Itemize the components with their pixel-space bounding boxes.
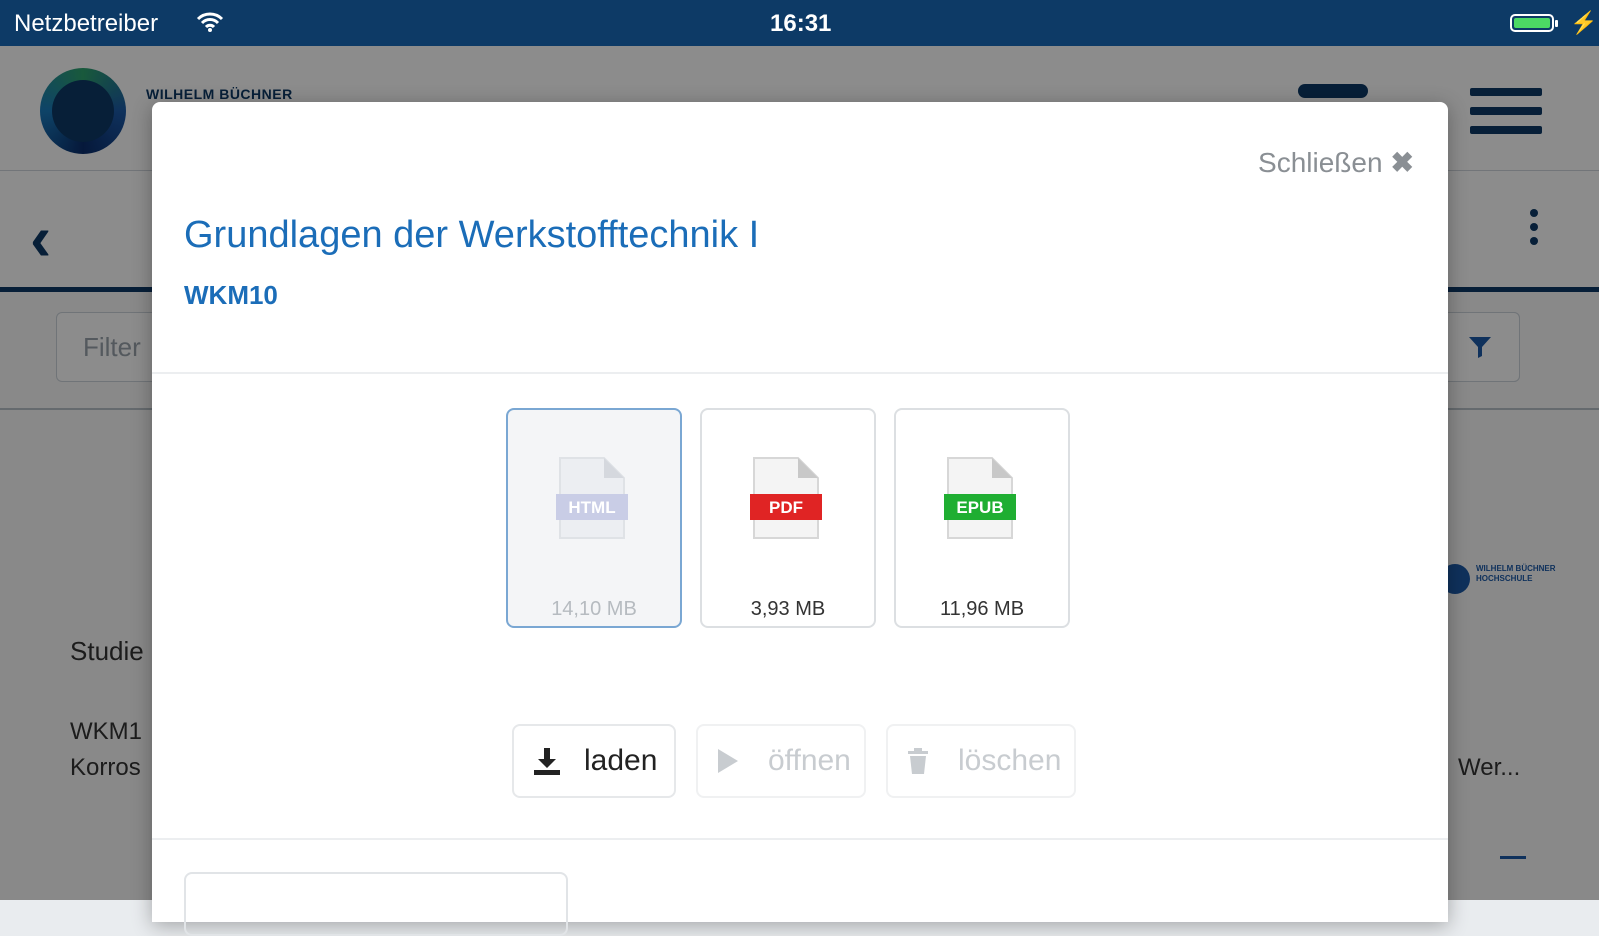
- format-size: 3,93 MB: [750, 598, 826, 620]
- format-label: HTML: [568, 498, 615, 517]
- carrier-label: Netzbetreiber: [14, 10, 159, 37]
- pdf-file-icon: PDF: [750, 457, 822, 539]
- bottom-field[interactable]: [184, 872, 568, 936]
- format-pdf[interactable]: PDF 3,93 MB: [700, 408, 876, 628]
- download-icon: [532, 726, 562, 802]
- open-button[interactable]: öffnen: [696, 724, 866, 798]
- status-bar: Netzbetreiber 16:31 ⚡: [0, 0, 1599, 46]
- download-button[interactable]: laden: [512, 724, 676, 798]
- format-html[interactable]: HTML 14,10 MB: [506, 408, 682, 628]
- divider: [152, 372, 1448, 374]
- wifi-icon: [196, 11, 224, 40]
- close-label: Schließen: [1258, 147, 1383, 178]
- modal-title: Grundlagen der Werkstofftechnik I: [184, 214, 760, 256]
- delete-label: löschen: [958, 744, 1062, 777]
- play-icon: [716, 726, 740, 800]
- divider: [152, 838, 1448, 840]
- format-label: PDF: [769, 498, 803, 517]
- epub-file-icon: EPUB: [944, 457, 1016, 539]
- format-size: 14,10 MB: [551, 598, 637, 620]
- format-label: EPUB: [956, 498, 1003, 517]
- close-button[interactable]: Schließen ✖: [1258, 146, 1414, 179]
- delete-button[interactable]: löschen: [886, 724, 1076, 798]
- format-epub[interactable]: EPUB 11,96 MB: [894, 408, 1070, 628]
- download-label: laden: [584, 744, 658, 777]
- modal-subtitle: WKM10: [184, 280, 278, 310]
- battery-icon: [1510, 14, 1558, 32]
- trash-icon: [906, 726, 930, 801]
- bolt-icon: ⚡: [1570, 10, 1598, 35]
- close-icon: ✖: [1390, 147, 1414, 178]
- format-size: 11,96 MB: [939, 598, 1025, 620]
- clock: 16:31: [770, 10, 832, 37]
- html-file-icon: HTML: [556, 457, 628, 539]
- open-label: öffnen: [768, 744, 851, 777]
- download-modal: Schließen ✖ Grundlagen der Werkstofftechn…: [152, 102, 1448, 936]
